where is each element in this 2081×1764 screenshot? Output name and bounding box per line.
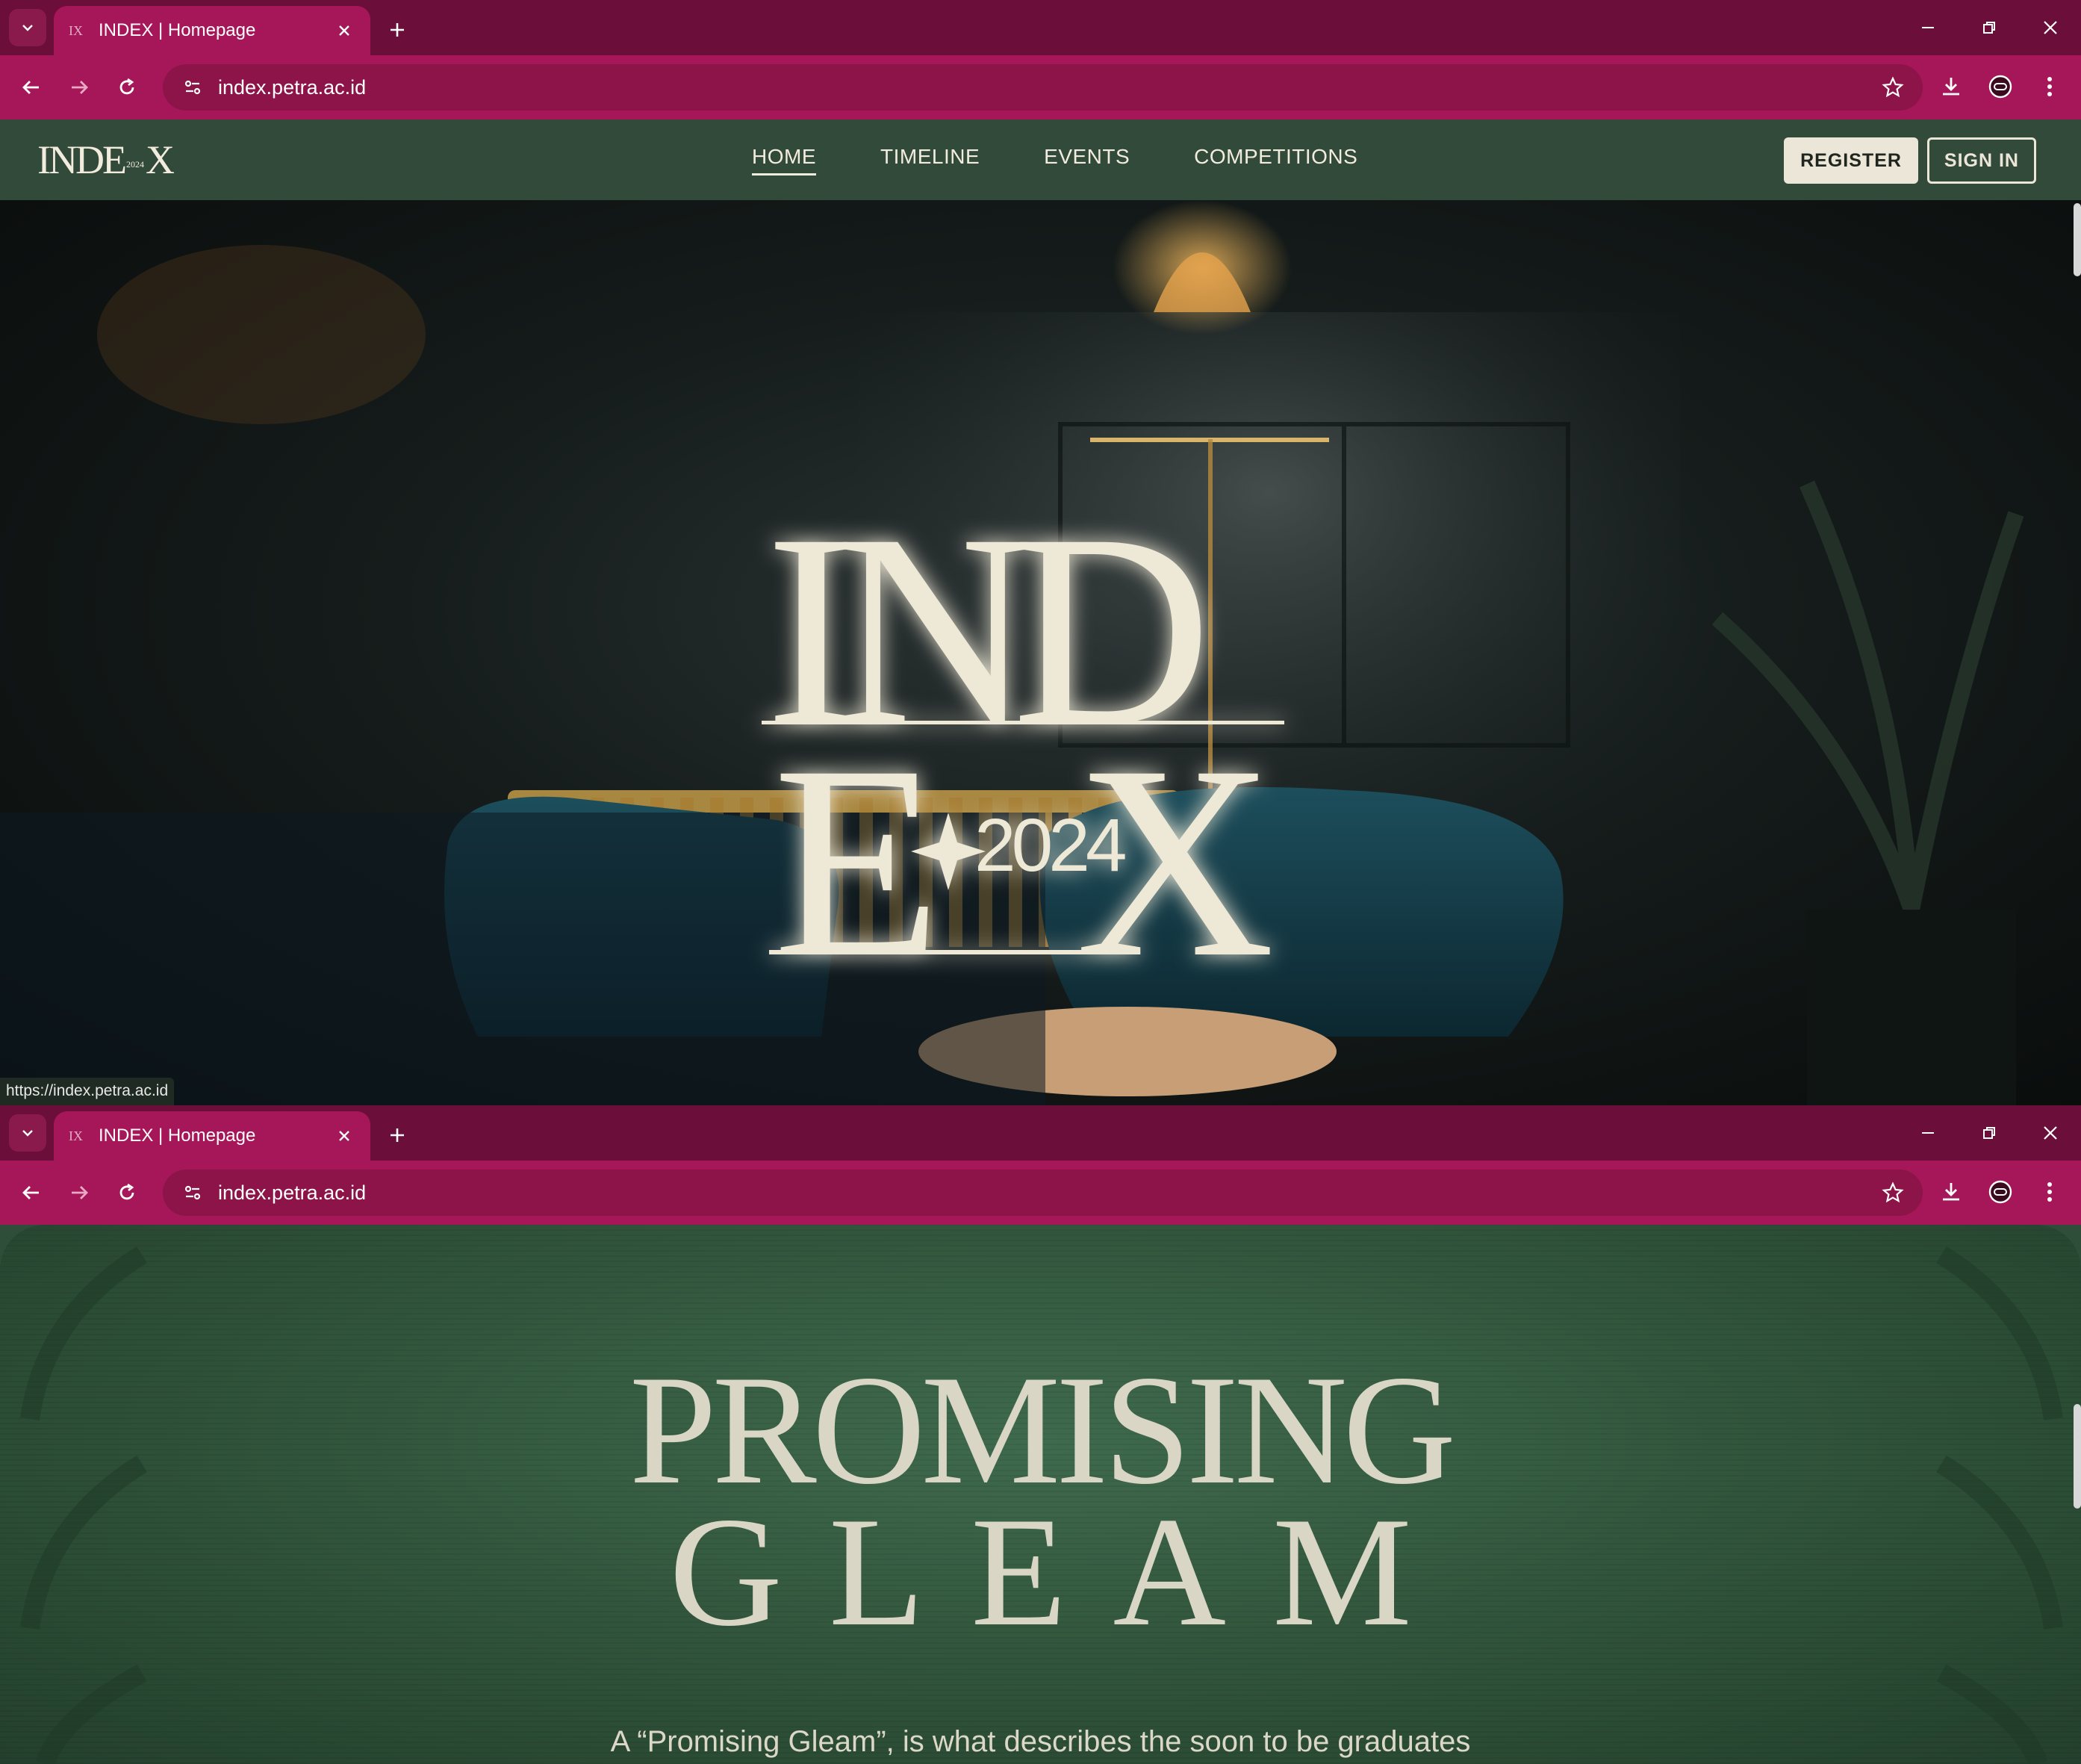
restore-icon <box>1983 1127 1995 1139</box>
toolbar-actions <box>1930 1171 2071 1213</box>
restore-button[interactable] <box>1959 1105 2020 1161</box>
close-icon <box>339 1131 349 1141</box>
minimize-button[interactable] <box>1897 0 1959 55</box>
chevron-down-icon <box>22 1130 33 1137</box>
main-nav: HOME TIMELINE EVENTS COMPETITIONS <box>752 119 1357 200</box>
url-text: index.petra.ac.id <box>218 75 367 99</box>
reload-icon <box>119 1183 134 1200</box>
browser-tab[interactable]: IX INDEX | Homepage <box>54 1111 370 1161</box>
menu-button[interactable] <box>2029 66 2071 108</box>
nav-timeline[interactable]: TIMELINE <box>880 145 980 176</box>
minimize-icon <box>1922 27 1934 28</box>
logo-text-right: X <box>145 137 175 182</box>
kebab-menu-icon <box>2047 77 2052 96</box>
browser-tab[interactable]: IX INDEX | Homepage <box>54 6 370 55</box>
page-viewport: INDE 2024X HOME TIMELINE EVENTS COMPETITI… <box>0 119 2081 1105</box>
site-info-icon[interactable] <box>178 72 208 102</box>
menu-button[interactable] <box>2029 1171 2071 1213</box>
reload-icon <box>119 78 134 95</box>
forward-button[interactable] <box>58 66 100 108</box>
download-icon <box>1943 78 1959 96</box>
page-viewport: PROMISING GLEAM A “Promising Gleam”, is … <box>0 1225 2081 1764</box>
arrow-right-icon <box>72 81 88 94</box>
hero-background-illustration: IND E X 2024 <box>0 200 2024 1105</box>
restore-button[interactable] <box>1959 0 2020 55</box>
promising-gleam-section: PROMISING GLEAM A “Promising Gleam”, is … <box>0 1225 2081 1764</box>
close-icon <box>2044 1126 2057 1140</box>
tab-close-button[interactable] <box>333 1125 355 1147</box>
scrollbar-thumb[interactable] <box>2074 1404 2081 1509</box>
restore-icon <box>1983 22 1995 34</box>
address-bar[interactable]: index.petra.ac.id <box>163 64 1923 111</box>
arrow-right-icon <box>72 1186 88 1199</box>
gleam-title-line-1: PROMISING <box>629 1344 1456 1517</box>
tab-search-button[interactable] <box>9 1114 46 1152</box>
site-header: INDE 2024X HOME TIMELINE EVENTS COMPETITI… <box>0 119 2081 200</box>
forward-button[interactable] <box>58 1172 100 1214</box>
plus-icon <box>391 23 404 37</box>
close-icon <box>2044 21 2057 34</box>
chevron-down-icon <box>22 25 33 31</box>
reload-button[interactable] <box>106 66 148 108</box>
site-logo[interactable]: INDE 2024X <box>37 137 175 185</box>
tab-close-button[interactable] <box>333 19 355 42</box>
favicon-icon: IX <box>69 23 83 38</box>
window-controls <box>1897 1105 2081 1161</box>
browser-toolbar: index.petra.ac.id <box>0 1161 2081 1225</box>
arrow-left-icon <box>22 81 39 94</box>
profile-icon <box>1988 75 2012 99</box>
site-info-icon[interactable] <box>178 1178 208 1208</box>
sign-in-button[interactable]: SIGN IN <box>1926 137 2036 184</box>
scrollbar-thumb[interactable] <box>2074 203 2081 276</box>
tab-strip: IX INDEX | Homepage <box>0 0 2081 55</box>
gleam-description: A “Promising Gleam”, is what describes t… <box>610 1725 1471 1758</box>
status-bar-url: https://index.petra.ac.id <box>0 1078 175 1105</box>
new-tab-button[interactable] <box>382 15 412 45</box>
back-button[interactable] <box>10 1172 52 1214</box>
plus-icon <box>391 1128 404 1142</box>
close-window-button[interactable] <box>2020 1105 2081 1161</box>
browser-toolbar: index.petra.ac.id <box>0 55 2081 119</box>
new-tab-button[interactable] <box>382 1120 412 1150</box>
tab-strip: IX INDEX | Homepage <box>0 1105 2081 1161</box>
nav-events[interactable]: EVENTS <box>1044 145 1130 176</box>
tab-search-button[interactable] <box>9 9 46 46</box>
minimize-button[interactable] <box>1897 1105 1959 1161</box>
reload-button[interactable] <box>106 1172 148 1214</box>
arrow-left-icon <box>22 1186 39 1199</box>
close-window-button[interactable] <box>2020 0 2081 55</box>
tab-title: INDEX | Homepage <box>99 20 256 40</box>
kebab-menu-icon <box>2047 1182 2052 1202</box>
bookmark-star-icon[interactable] <box>1878 1178 1908 1208</box>
minimize-icon <box>1922 1132 1934 1134</box>
downloads-button[interactable] <box>1930 1171 1972 1213</box>
window-controls <box>1897 0 2081 55</box>
register-button[interactable]: REGISTER <box>1784 137 1918 184</box>
back-button[interactable] <box>10 66 52 108</box>
logo-small-year: 2024 <box>125 158 144 170</box>
toolbar-actions <box>1930 66 2071 108</box>
profile-icon <box>1988 1180 2012 1204</box>
browser-window-top: IX INDEX | Homepage index.petra.ac.id IN… <box>0 0 2081 1105</box>
browser-window-bottom: IX INDEX | Homepage index.petra.ac.id PR… <box>0 1105 2081 1764</box>
nav-competitions[interactable]: COMPETITIONS <box>1194 145 1357 176</box>
bookmark-star-icon[interactable] <box>1878 72 1908 102</box>
nav-home[interactable]: HOME <box>752 145 816 176</box>
favicon-icon: IX <box>69 1128 83 1143</box>
profile-button[interactable] <box>1979 66 2021 108</box>
header-buttons: REGISTER SIGN IN <box>1784 137 2036 184</box>
tab-title: INDEX | Homepage <box>99 1125 256 1146</box>
close-icon <box>339 25 349 36</box>
hero-section: IND E X 2024 <box>0 200 2081 1105</box>
downloads-button[interactable] <box>1930 66 1972 108</box>
url-text: index.petra.ac.id <box>218 1181 367 1204</box>
download-icon <box>1943 1183 1959 1201</box>
profile-button[interactable] <box>1979 1171 2021 1213</box>
hero-title-e: E <box>773 709 942 1015</box>
address-bar[interactable]: index.petra.ac.id <box>163 1170 1923 1216</box>
gleam-title-line-2: GLEAM <box>669 1485 1458 1659</box>
logo-text-left: INDE <box>37 137 127 182</box>
hero-year: 2024 <box>974 804 1125 887</box>
